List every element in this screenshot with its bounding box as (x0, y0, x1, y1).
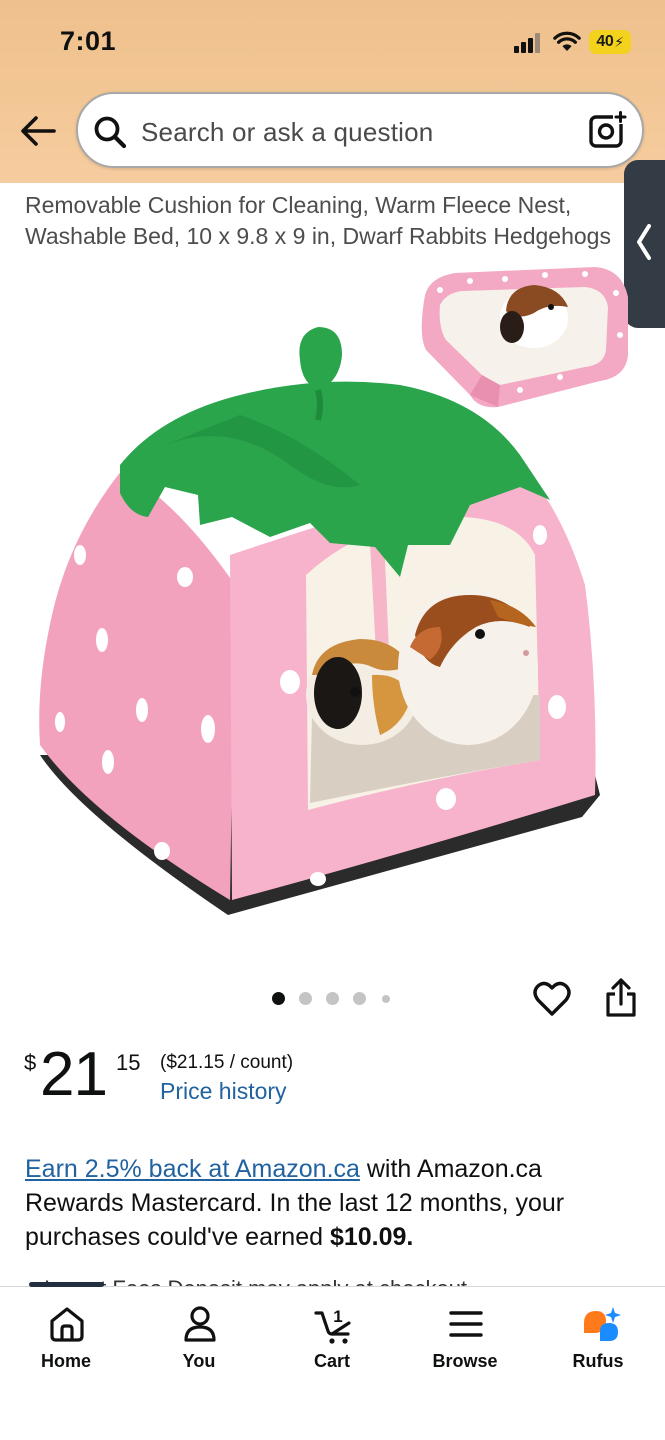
carousel-dot[interactable] (326, 992, 339, 1005)
battery-indicator: 40 ⚡ (589, 30, 631, 54)
product-title-snippet: Removable Cushion for Cleaning, Warm Fle… (25, 190, 665, 252)
price-whole: 21 (40, 1040, 108, 1109)
share-icon[interactable] (603, 978, 639, 1018)
person-icon (184, 1306, 216, 1342)
home-icon (50, 1307, 84, 1342)
nav-home-label: Home (40, 1351, 91, 1371)
nav-cart-label: Cart (313, 1351, 350, 1371)
title-line-2: Washable Bed, 10 x 9.8 x 9 in, Dwarf Rab… (25, 223, 611, 249)
price-history-link[interactable]: Price history (160, 1078, 287, 1105)
cart-count: 1 (333, 1307, 342, 1326)
inset-bed-image (421, 267, 628, 408)
nav-you[interactable]: You (139, 1301, 259, 1381)
cellular-signal-icon (514, 33, 544, 53)
rufus-icon (584, 1307, 621, 1341)
carousel-dot[interactable] (382, 995, 390, 1003)
battery-level: 40 (596, 33, 614, 50)
nav-home[interactable]: Home (6, 1301, 126, 1381)
image-carousel-dots[interactable] (270, 990, 400, 1006)
app-header: 7:01 40 ⚡ Search or ask a question (0, 0, 665, 183)
carousel-dot-active[interactable] (272, 992, 285, 1005)
nav-cart[interactable]: 1 Cart (272, 1301, 392, 1381)
camera-search-icon[interactable] (588, 110, 628, 150)
rewards-offer: Earn 2.5% back at Amazon.ca with Amazon.… (25, 1152, 635, 1254)
search-bar[interactable]: Search or ask a question (76, 92, 644, 168)
rewards-amount: $10.09. (329, 1223, 414, 1251)
heart-icon[interactable] (533, 980, 571, 1018)
title-line-1: Removable Cushion for Cleaning, Warm Fle… (25, 192, 572, 218)
carousel-dot[interactable] (353, 992, 366, 1005)
nav-browse[interactable]: Browse (405, 1301, 525, 1381)
product-image[interactable] (0, 255, 665, 955)
search-input[interactable]: Search or ask a question (141, 117, 433, 148)
strawberry-house (39, 327, 600, 915)
charging-bolt-icon: ⚡ (614, 33, 624, 50)
nav-you-label: You (182, 1351, 216, 1371)
nav-rufus-label: Rufus (572, 1351, 624, 1371)
bottom-navigation: Home You 1 Cart Browse Rufus (0, 1282, 665, 1440)
search-icon (94, 116, 127, 149)
price-fraction: 15 (116, 1050, 141, 1075)
cart-icon: 1 (314, 1307, 351, 1344)
price-symbol: $ (24, 1050, 37, 1075)
unit-price: ($21.15 / count) (160, 1052, 294, 1073)
back-arrow-icon[interactable] (18, 113, 58, 149)
wifi-icon (553, 31, 581, 51)
status-bar: 7:01 40 ⚡ (0, 0, 665, 88)
nav-rufus[interactable]: Rufus (538, 1301, 658, 1381)
active-tab-indicator (29, 1282, 104, 1287)
menu-icon (449, 1311, 483, 1337)
rewards-link[interactable]: Earn 2.5% back at Amazon.ca (25, 1155, 360, 1183)
carousel-dot[interactable] (299, 992, 312, 1005)
status-time: 7:01 (60, 26, 117, 56)
nav-browse-label: Browse (432, 1351, 498, 1371)
